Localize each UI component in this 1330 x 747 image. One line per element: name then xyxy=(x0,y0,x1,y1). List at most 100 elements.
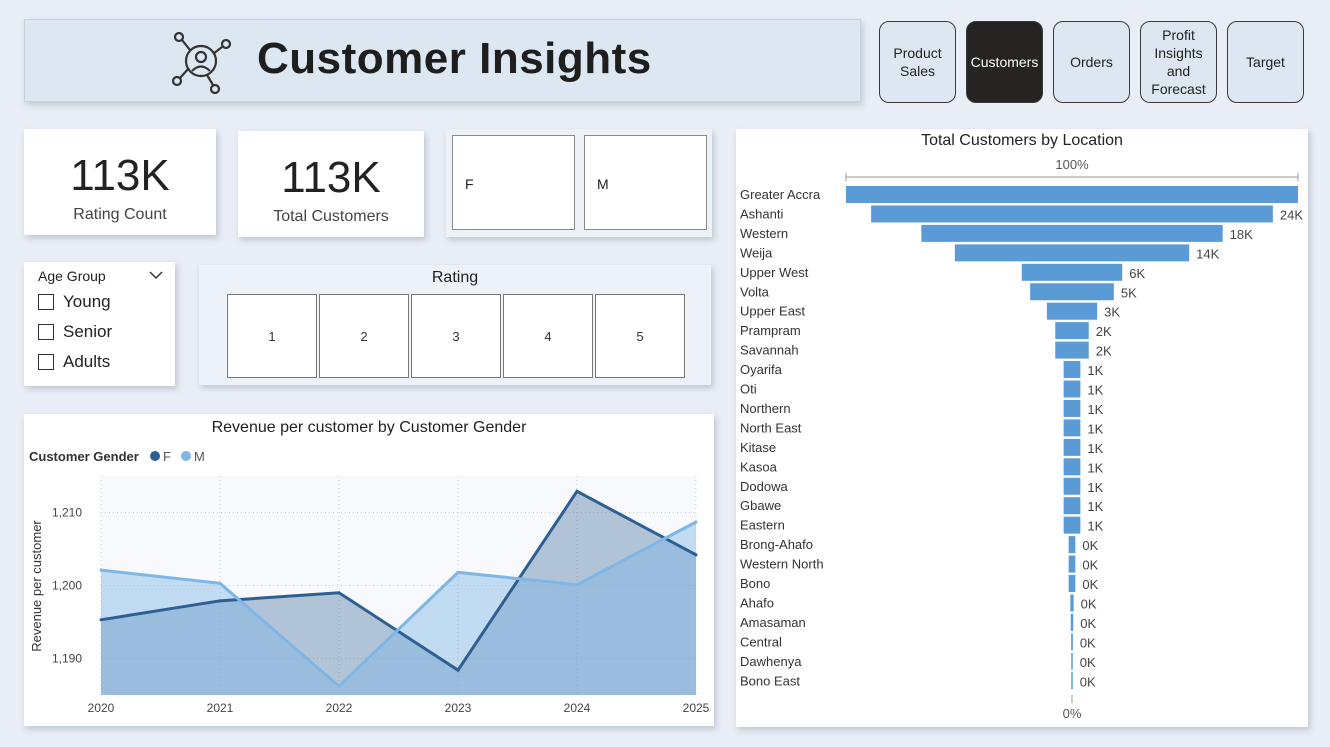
age-option-adults[interactable]: Adults xyxy=(38,351,110,373)
page-title: Customer Insights xyxy=(257,34,652,83)
data-point-f xyxy=(218,599,222,603)
page-header: Customer Insights xyxy=(24,19,861,102)
kpi-value: 113K xyxy=(281,153,381,202)
slicer-title: Rating xyxy=(431,269,479,286)
data-label: 1K xyxy=(1087,441,1103,456)
x-tick-label: 2023 xyxy=(445,701,472,715)
data-label: 1K xyxy=(1087,383,1103,398)
bar-dodowa xyxy=(1063,477,1081,495)
data-label: 0K xyxy=(1080,674,1096,689)
nav-button-customers[interactable]: Customers xyxy=(966,21,1043,103)
data-label: 0K xyxy=(1080,616,1096,631)
category-label: Northern xyxy=(740,401,791,416)
bar-north-east xyxy=(1063,419,1081,437)
category-label: Volta xyxy=(740,284,770,299)
nav-button-target[interactable]: Target xyxy=(1227,21,1304,103)
legend-marker-f xyxy=(150,451,160,461)
data-label: 2K xyxy=(1096,324,1112,339)
x-tick-label: 2025 xyxy=(683,701,710,715)
category-label: Amasaman xyxy=(740,615,806,630)
data-point-m xyxy=(337,684,341,688)
bar-amasaman xyxy=(1070,613,1074,631)
rating-tile-1[interactable]: 1 xyxy=(227,294,317,378)
rating-tile-2[interactable]: 2 xyxy=(319,294,409,378)
gender-tile-label: M xyxy=(597,176,609,192)
data-label: 5K xyxy=(1121,285,1137,300)
checkbox[interactable] xyxy=(38,294,54,310)
bar-kitase xyxy=(1063,438,1081,456)
legend-label: F xyxy=(163,449,171,464)
nav-button-profit-insights[interactable]: Profit Insights and Forecast xyxy=(1140,21,1217,103)
kpi-label: Total Customers xyxy=(273,208,389,225)
data-point-f xyxy=(456,668,460,672)
category-label: Upper East xyxy=(740,304,805,319)
revenue-chart-card: Revenue per customer by Customer Gender C… xyxy=(24,414,714,726)
data-label: 0K xyxy=(1082,538,1098,553)
legend-label: M xyxy=(194,449,205,464)
category-label: Western xyxy=(740,226,788,241)
chart-title: Total Customers by Location xyxy=(921,132,1123,149)
bar-central xyxy=(1071,633,1073,651)
category-label: Ahafo xyxy=(740,595,774,610)
age-option-senior[interactable]: Senior xyxy=(38,321,112,343)
nav-button-orders[interactable]: Orders xyxy=(1053,21,1130,103)
bar-prampram xyxy=(1055,322,1089,340)
kpi-card-total-customers: 113K Total Customers xyxy=(238,131,424,237)
kpi-label: Rating Count xyxy=(73,206,167,223)
bar-weija xyxy=(954,244,1190,262)
checkbox[interactable] xyxy=(38,324,54,340)
checkbox[interactable] xyxy=(38,354,54,370)
category-label: Oti xyxy=(740,382,757,397)
age-option-young[interactable]: Young xyxy=(38,291,111,313)
bar-kasoa xyxy=(1063,458,1081,476)
category-label: Upper West xyxy=(740,265,809,280)
data-point-m xyxy=(456,570,460,574)
bar-gbawe xyxy=(1063,497,1081,515)
funnel-top-label: 100% xyxy=(1055,157,1089,172)
y-tick-label: 1,190 xyxy=(52,652,82,666)
kpi-value: 113K xyxy=(70,151,170,200)
y-axis-label: Revenue per customer xyxy=(29,520,44,652)
rating-tile-5[interactable]: 5 xyxy=(595,294,685,378)
category-label: North East xyxy=(740,420,802,435)
category-label: Eastern xyxy=(740,518,785,533)
category-label: Greater Accra xyxy=(740,187,821,202)
category-label: Western North xyxy=(740,557,824,572)
data-label: 1K xyxy=(1087,480,1103,495)
chevron-down-icon[interactable] xyxy=(147,267,165,283)
checkbox-label: Adults xyxy=(63,352,111,371)
data-label: 0K xyxy=(1080,655,1096,670)
bar-ashanti xyxy=(871,205,1273,223)
y-tick-label: 1,200 xyxy=(52,579,82,593)
customer-network-icon xyxy=(171,31,232,94)
category-label: Bono East xyxy=(740,673,800,688)
checkbox-label: Young xyxy=(63,292,111,311)
data-point-m xyxy=(99,568,103,572)
data-point-f xyxy=(99,618,103,622)
rating-tile-3[interactable]: 3 xyxy=(411,294,501,378)
data-label: 6K xyxy=(1129,266,1145,281)
data-label: 1K xyxy=(1087,519,1103,534)
checkbox-label: Senior xyxy=(63,322,113,341)
gender-tile-m[interactable]: M xyxy=(584,135,707,230)
rating-tile-4[interactable]: 4 xyxy=(503,294,593,378)
data-label: 0K xyxy=(1080,635,1096,650)
category-label: Gbawe xyxy=(740,498,781,513)
location-bar-chart: Total Customers by Location 100% Greater A… xyxy=(740,132,1303,721)
revenue-area-chart: Revenue per customer by Customer Gender C… xyxy=(29,419,710,715)
age-group-slicer: Age Group Young Senior Adults xyxy=(24,262,175,386)
x-tick-label: 2024 xyxy=(564,701,591,715)
data-point-m xyxy=(575,583,579,587)
data-point-f xyxy=(575,489,579,493)
bar-savannah xyxy=(1055,341,1089,359)
category-label: Dodowa xyxy=(740,479,788,494)
bar-dawhenya xyxy=(1071,652,1073,670)
legend-marker-m xyxy=(181,451,191,461)
nav-button-product-sales[interactable]: Product Sales xyxy=(879,21,956,103)
bar-brong-ahafo xyxy=(1068,536,1076,554)
category-label: Brong-Ahafo xyxy=(740,537,813,552)
category-label: Kasoa xyxy=(740,459,778,474)
gender-tile-f[interactable]: F xyxy=(452,135,575,230)
x-tick-label: 2021 xyxy=(207,701,234,715)
category-label: Central xyxy=(740,634,782,649)
